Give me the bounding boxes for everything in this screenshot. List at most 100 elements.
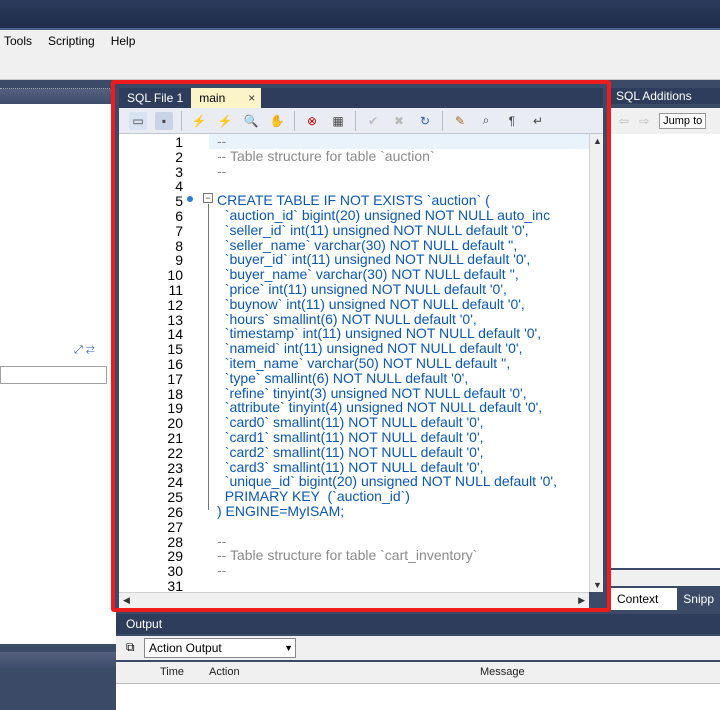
invisible-chars-icon[interactable]: ¶ [503, 112, 521, 130]
left-panel-header [0, 88, 116, 104]
column-message[interactable]: Message [480, 666, 525, 678]
tab-context-help[interactable]: Context Help [611, 588, 678, 628]
toolbar-separator [181, 110, 182, 131]
sql-additions-content [611, 134, 720, 568]
sql-additions-panel: SQL Additions ⇦ ⇨ Jump to Context Help S… [611, 80, 720, 628]
line-number: 1 [175, 134, 183, 150]
code-line: ) ENGINE=MyISAM; [217, 503, 345, 519]
line-number: 7 [175, 222, 183, 239]
commit-icon[interactable]: ✔ [364, 112, 382, 130]
code-line: `card1` smallint(11) NOT NULL default '0… [217, 429, 484, 445]
scroll-right-icon[interactable]: ▶ [578, 595, 585, 606]
editor-toolbar: ▭ ▪ ⚡ ⚡ 🔍 ✋ ⊗ ▦ ✔ ✖ ↻ ✎ ⌕ ¶ ↵ [119, 108, 603, 134]
tab-main[interactable]: main × [191, 88, 262, 108]
scroll-down-icon[interactable]: ▼ [593, 580, 602, 590]
autocommit-icon[interactable]: ↻ [416, 112, 434, 130]
line-number: 27 [167, 518, 183, 535]
column-time[interactable]: Time [160, 666, 184, 678]
line-number: 31 [167, 578, 183, 592]
beautify-icon[interactable]: ✎ [451, 112, 469, 130]
code-line: -- [217, 562, 227, 579]
output-columns-header: Time Action Message [116, 662, 720, 684]
word-wrap-icon[interactable]: ↵ [529, 112, 547, 130]
line-number: 5 [175, 193, 183, 210]
line-number: 18 [167, 385, 183, 402]
code-line: `nameid` int(11) unsigned NOT NULL defau… [217, 340, 523, 357]
sql-additions-scrollbar[interactable] [611, 570, 720, 586]
save-icon[interactable]: ▪ [155, 111, 173, 130]
find-icon[interactable]: ⌕ [477, 112, 495, 130]
copy-icon[interactable]: ⧉ [126, 640, 135, 655]
rollback-icon[interactable]: ✖ [390, 112, 408, 130]
code-line: `attribute` tinyint(4) unsigned NOT NULL… [217, 399, 543, 416]
window-title-bar [0, 0, 720, 30]
line-number: 10 [167, 267, 183, 284]
scroll-up-icon[interactable]: ▲ [593, 136, 602, 146]
sql-editor-highlight-frame: SQL File 1 main × ▭ ▪ ⚡ ⚡ 🔍 ✋ ⊗ ▦ ✔ ✖ ↻ … [111, 80, 611, 612]
toolbar-separator [294, 110, 295, 131]
line-number: 20 [167, 415, 183, 432]
open-file-icon[interactable]: ▭ [129, 111, 147, 130]
code-line: `price` int(11) unsigned NOT NULL defaul… [217, 281, 507, 297]
code-line: `buyer_name` varchar(30) NOT NULL defaul… [217, 266, 519, 283]
line-number-gutter: 1 2 3 4 5 6 7 8 9 10 11 12 13 14 15 16 17 18 19 20 21 22 23 24 2… [119, 134, 199, 592]
line-number: 30 [167, 563, 183, 580]
expand-collapse-icon[interactable]: ⤢ ⇄ [74, 344, 95, 357]
code-line: `card2` smallint(11) NOT NULL default '0… [217, 443, 484, 460]
code-line: `refine` tinyint(3) unsigned NOT NULL de… [217, 384, 527, 401]
line-number: 2 [175, 148, 183, 165]
line-number: 11 [168, 282, 183, 298]
editor-vertical-scrollbar[interactable]: ▲ ▼ [589, 134, 603, 592]
sql-additions-tabs: Context Help Snipp [611, 588, 720, 628]
line-number: 8 [175, 237, 183, 254]
line-number: 25 [167, 489, 183, 506]
code-line: CREATE TABLE IF NOT EXISTS `auction` ( [217, 192, 490, 209]
output-type-value: Action Output [149, 641, 222, 655]
chevron-down-icon: ▼ [284, 643, 293, 653]
execute-icon[interactable]: ⚡ [190, 112, 208, 130]
jump-to-select[interactable]: Jump to [659, 113, 707, 129]
column-action[interactable]: Action [209, 666, 240, 678]
code-editor[interactable]: 1 2 3 4 5 6 7 8 9 10 11 12 13 14 15 16 17 18 19 20 21 22 23 24 2… [119, 134, 589, 592]
editor-horizontal-scrollbar[interactable]: ◀ ▶ [119, 592, 589, 608]
menu-bar: Tools Scripting Help [0, 30, 720, 52]
back-arrow-icon[interactable]: ⇦ [619, 114, 629, 128]
line-number: 24 [167, 474, 183, 491]
line-number: 22 [167, 444, 183, 461]
line-number: 3 [175, 163, 183, 180]
explain-icon[interactable]: 🔍 [242, 112, 260, 130]
code-line: `auction_id` bigint(20) unsigned NOT NUL… [217, 207, 551, 223]
code-line: `item_name` varchar(50) NOT NULL default… [217, 355, 511, 371]
tab-snippets[interactable]: Snipp [677, 588, 720, 610]
output-type-select[interactable]: Action Output ▼ [144, 638, 296, 658]
toggle-error-icon[interactable]: ⊗ [303, 112, 321, 130]
grid-icon[interactable]: ▦ [329, 112, 347, 130]
line-number: 6 [175, 208, 183, 224]
fold-toggle-icon[interactable]: − [203, 193, 213, 203]
code-line: `type` smallint(6) NOT NULL default '0', [217, 369, 469, 386]
breakpoint-marker-icon[interactable] [187, 196, 193, 202]
line-number: 23 [167, 459, 183, 476]
line-number: 16 [167, 356, 183, 372]
close-icon[interactable]: × [248, 88, 255, 108]
schema-filter-input[interactable] [0, 366, 107, 384]
scroll-left-icon[interactable]: ◀ [123, 595, 130, 606]
sql-additions-title: SQL Additions [611, 88, 720, 104]
line-number: 26 [167, 504, 183, 520]
editor-tabs: SQL File 1 main × [119, 88, 603, 108]
stop-icon[interactable]: ✋ [268, 112, 286, 130]
execute-current-icon[interactable]: ⚡ [216, 112, 234, 130]
menu-scripting[interactable]: Scripting [48, 34, 95, 48]
menu-tools[interactable]: Tools [4, 34, 32, 48]
sql-additions-toolbar: ⇦ ⇨ Jump to [611, 108, 720, 134]
code-line: `seller_id` int(11) unsigned NOT NULL de… [217, 221, 529, 238]
forward-arrow-icon[interactable]: ⇨ [639, 114, 649, 128]
code-line: `card3` smallint(11) NOT NULL default '0… [217, 458, 484, 475]
main-toolbar [0, 52, 720, 80]
left-panel-footer [0, 652, 116, 668]
line-number: 29 [167, 548, 183, 565]
line-number: 13 [167, 311, 183, 328]
tab-sql-file-1[interactable]: SQL File 1 [119, 88, 191, 108]
menu-help[interactable]: Help [111, 34, 136, 48]
code-line: `hours` smallint(6) NOT NULL default '0'… [217, 310, 477, 327]
